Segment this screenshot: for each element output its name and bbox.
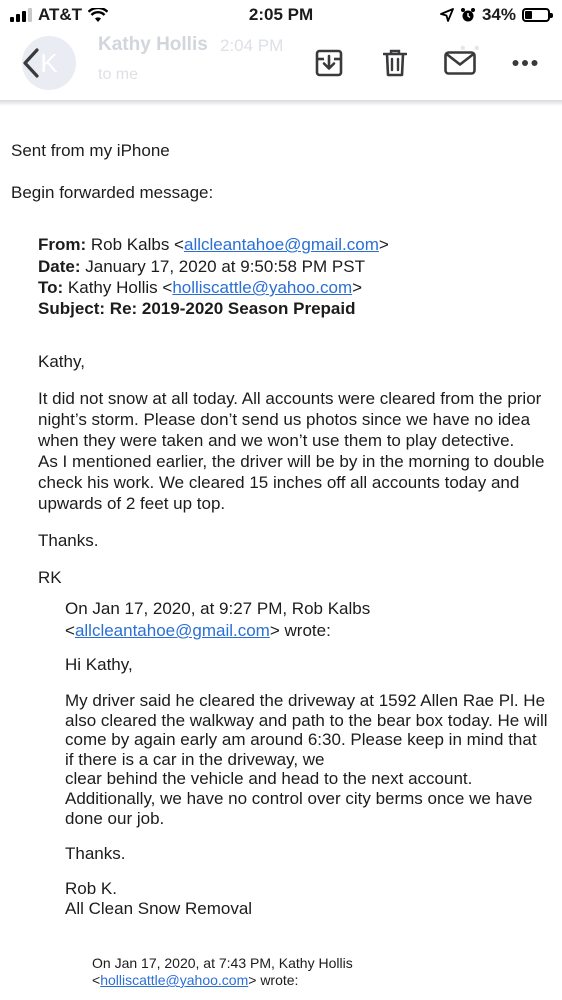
quoted-header-2: On Jan 17, 2020, at 7:43 PM, Kathy Holli… xyxy=(92,955,353,971)
to-name: Kathy Hollis < xyxy=(63,278,173,297)
message-signoff: RK xyxy=(38,568,62,587)
date-header: Date: January 17, 2020 at 9:50:58 PM PST xyxy=(38,256,365,277)
to-close: > xyxy=(352,278,363,297)
quoted-line: clear behind the vehicle and head to the… xyxy=(65,769,473,788)
begin-forwarded-line: Begin forwarded message: xyxy=(11,183,214,202)
location-arrow-icon xyxy=(440,8,454,22)
date-label: Date: xyxy=(38,257,81,276)
envelope-icon xyxy=(444,51,476,75)
subject-header: Subject: Re: 2019-2020 Season Prepaid xyxy=(38,298,355,319)
from-email-link[interactable]: allcleantahoe@gmail.com xyxy=(184,235,379,254)
quoted-sig-company: All Clean Snow Removal xyxy=(65,899,253,918)
from-close: > xyxy=(378,235,389,254)
sender-name-faded: Kathy Hollis xyxy=(98,34,208,55)
quoted-thanks: Thanks. xyxy=(65,844,126,863)
recipient-faded: to me xyxy=(98,66,139,83)
quoted-header-2-email: <holliscattle@yahoo.com> wrote: xyxy=(92,972,298,989)
back-button[interactable] xyxy=(14,48,48,78)
quoted-line: come by again early am around 6:30. Plea… xyxy=(65,730,537,749)
more-dots-icon xyxy=(512,60,538,66)
battery-percent: 34% xyxy=(481,5,516,24)
toolbar-divider xyxy=(0,100,562,106)
quoted-header-1-email: <allcleantahoe@gmail.com> wrote: xyxy=(65,620,331,641)
from-name: Rob Kalbs < xyxy=(86,235,184,254)
quoted-line: also cleared the walkway and path to the… xyxy=(65,711,548,730)
quoted-open: < xyxy=(65,621,75,640)
message-line: It did not snow at all today. All accoun… xyxy=(38,389,542,408)
mail-toolbar: K Kathy Hollis 2:04 PM to me • • xyxy=(0,30,562,104)
date-value: January 17, 2020 at 9:50:58 PM PST xyxy=(80,257,365,276)
to-email-link[interactable]: holliscattle@yahoo.com xyxy=(172,278,352,297)
quoted2-open: < xyxy=(92,972,101,988)
quoted-sig-name: Rob K. xyxy=(65,879,117,898)
quoted2-close: > wrote: xyxy=(248,972,299,988)
to-header: To: Kathy Hollis <holliscattle@yahoo.com… xyxy=(38,277,362,298)
status-bar: AT&T 2:05 PM 34% xyxy=(0,0,562,30)
battery-icon xyxy=(522,8,553,22)
from-label: From: xyxy=(38,235,87,254)
subject-label: Subject: xyxy=(38,299,106,318)
alarm-icon xyxy=(460,8,475,22)
message-thanks: Thanks. xyxy=(38,531,99,550)
more-button[interactable] xyxy=(508,48,542,78)
quoted-line: done our job. xyxy=(65,809,165,828)
quoted-email-link-1[interactable]: allcleantahoe@gmail.com xyxy=(75,621,270,640)
message-line: night’s storm. Please don’t send us phot… xyxy=(38,410,531,429)
message-line: check his work. We cleared 15 inches off… xyxy=(38,473,520,492)
quoted-line: My driver said he cleared the driveway a… xyxy=(65,691,546,710)
message-line: As I mentioned earlier, the driver will … xyxy=(38,452,545,471)
quoted-header-1: On Jan 17, 2020, at 9:27 PM, Rob Kalbs xyxy=(65,599,371,618)
quoted-close: > wrote: xyxy=(269,621,331,640)
chevron-left-icon xyxy=(23,48,39,78)
quoted-email-link-2[interactable]: holliscattle@yahoo.com xyxy=(100,972,248,988)
subject-value: Re: 2019-2020 Season Prepaid xyxy=(105,299,356,318)
quoted-greeting: Hi Kathy, xyxy=(65,655,133,674)
message-line: when they were taken and we won’t use th… xyxy=(38,431,515,450)
message-greeting: Kathy, xyxy=(38,352,85,371)
received-time-faded: 2:04 PM xyxy=(220,36,284,55)
quoted-line: Additionally, we have no control over ci… xyxy=(65,789,533,808)
quoted-line: if there is a car in the driveway, we xyxy=(65,750,325,769)
sent-from-line: Sent from my iPhone xyxy=(11,141,170,160)
trash-icon xyxy=(383,49,407,77)
to-label: To: xyxy=(38,278,64,297)
archive-icon xyxy=(315,49,343,77)
archive-button[interactable] xyxy=(312,48,346,78)
message-line: upwards of 2 feet up top. xyxy=(38,494,226,513)
status-right: 34% xyxy=(440,5,553,25)
from-header: From: Rob Kalbs <allcleantahoe@gmail.com… xyxy=(38,234,389,255)
delete-button[interactable] xyxy=(378,48,412,78)
mark-unread-button[interactable] xyxy=(442,48,478,78)
